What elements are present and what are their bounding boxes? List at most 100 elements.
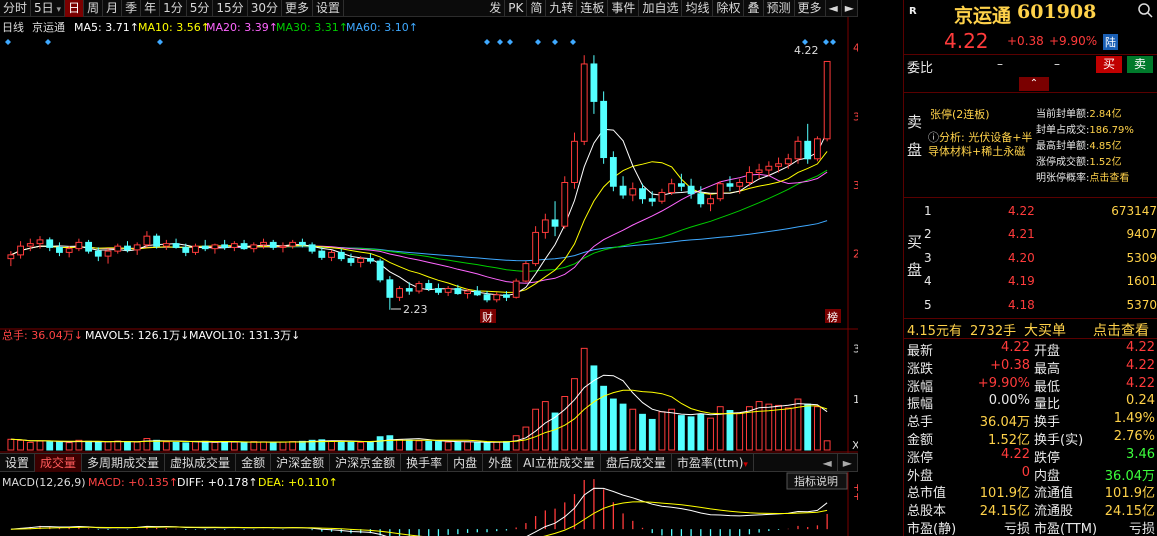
indicator-help-button[interactable]: 指标说明 bbox=[786, 472, 848, 490]
volume-bar bbox=[619, 403, 627, 451]
tool-3[interactable]: 九转 bbox=[546, 0, 578, 17]
limit-stat-label: 涨停成交额: bbox=[1036, 157, 1090, 168]
tool-2[interactable]: 简 bbox=[527, 0, 547, 17]
candle bbox=[240, 239, 248, 250]
next-arrow-icon[interactable]: ► bbox=[842, 0, 858, 17]
indicator-tab-7[interactable]: 换手率 bbox=[401, 453, 449, 472]
stock-name: 京运通 bbox=[954, 5, 1012, 27]
finance-marker[interactable]: 财 bbox=[480, 309, 496, 324]
event-diamond-icon[interactable] bbox=[507, 39, 513, 45]
indicator-tab-3[interactable]: 虚拟成交量 bbox=[165, 453, 237, 472]
event-diamond-icon[interactable] bbox=[157, 39, 163, 45]
mavol10-line bbox=[10, 389, 828, 443]
indicator-tab-8[interactable]: 内盘 bbox=[448, 453, 484, 472]
tab-next-icon[interactable]: ► bbox=[838, 453, 858, 472]
indicator-tab-11[interactable]: 盘后成交量 bbox=[601, 453, 672, 472]
indicator-tab-9[interactable]: 外盘 bbox=[483, 453, 519, 472]
sell-button[interactable]: 卖 bbox=[1127, 56, 1153, 73]
limit-stat-label: 封单占成交: bbox=[1036, 125, 1090, 136]
limit-stat-value: 2.84亿 bbox=[1089, 109, 1122, 120]
limit-stat-value[interactable]: 点击查看 bbox=[1089, 173, 1129, 184]
price-change: +0.38 bbox=[1007, 34, 1044, 48]
indicator-tab-12[interactable]: 市盈率(ttm) bbox=[672, 453, 754, 472]
event-diamond-icon[interactable] bbox=[484, 39, 490, 45]
period-6[interactable]: 年 bbox=[141, 0, 161, 17]
rank-marker-text: 榜 bbox=[827, 310, 838, 324]
candle bbox=[75, 238, 83, 252]
tool-1[interactable]: PK bbox=[505, 0, 528, 17]
period-1[interactable]: 5日 bbox=[31, 0, 66, 17]
period-8[interactable]: 5分 bbox=[187, 0, 214, 17]
tool-11[interactable]: 更多 bbox=[795, 0, 826, 17]
limit-stat-value: 186.79% bbox=[1089, 125, 1134, 136]
chart-header-0: 日线 bbox=[2, 20, 24, 34]
period-12[interactable]: 设置 bbox=[313, 0, 344, 17]
event-diamond-icon[interactable] bbox=[497, 39, 503, 45]
indicator-tab-4[interactable]: 金额 bbox=[236, 453, 272, 472]
tool-10[interactable]: 预测 bbox=[764, 0, 795, 17]
volume-bar bbox=[580, 347, 588, 451]
bid-price: 4.21 bbox=[1008, 227, 1035, 242]
volume-bar bbox=[376, 436, 384, 451]
big-order-row: 4.15元有 2732手 大买单 点击查看 bbox=[904, 319, 1157, 340]
tool-6[interactable]: 加自选 bbox=[639, 0, 683, 17]
tab-prev-icon[interactable]: ◄ bbox=[818, 453, 838, 472]
event-diamond-icon[interactable] bbox=[552, 39, 558, 45]
period-7[interactable]: 1分 bbox=[160, 0, 187, 17]
tool-4[interactable]: 连板 bbox=[577, 0, 609, 17]
stat-value: 4.22 bbox=[1126, 375, 1155, 391]
limit-stat-row: 明张停概率:点击查看 bbox=[1036, 169, 1157, 185]
indicator-tab-1[interactable]: 成交量 bbox=[35, 453, 83, 472]
tool-5[interactable]: 事件 bbox=[608, 0, 640, 17]
rank-marker[interactable]: 榜 bbox=[825, 309, 841, 324]
price-tick: 2.68 bbox=[853, 248, 858, 261]
indicator-tab-10[interactable]: AI立桩成交量 bbox=[518, 453, 601, 472]
buy-button[interactable]: 买 bbox=[1096, 56, 1122, 73]
event-diamond-icon[interactable] bbox=[823, 39, 829, 45]
volume-bar bbox=[94, 441, 102, 451]
ma5-line bbox=[10, 128, 828, 297]
tool-8[interactable]: 除权 bbox=[713, 0, 745, 17]
period-9[interactable]: 15分 bbox=[213, 0, 248, 17]
period-2[interactable]: 日 bbox=[65, 0, 85, 17]
period-3[interactable]: 周 bbox=[84, 0, 104, 17]
period-0[interactable]: 分时 bbox=[0, 0, 32, 17]
period-5[interactable]: 季 bbox=[122, 0, 142, 17]
volume-bar bbox=[114, 440, 122, 451]
search-icon[interactable] bbox=[1137, 2, 1153, 18]
indicator-tab-2[interactable]: 多周期成交量 bbox=[82, 453, 166, 472]
big-order-link[interactable]: 点击查看 bbox=[1093, 320, 1149, 340]
tool-7[interactable]: 均线 bbox=[682, 0, 714, 17]
stat-value: 亏损 bbox=[1128, 521, 1155, 536]
volume-bar bbox=[405, 439, 413, 451]
event-diamond-icon[interactable] bbox=[5, 39, 11, 45]
tool-0[interactable]: 发 bbox=[486, 0, 506, 17]
prev-arrow-icon[interactable]: ◄ bbox=[826, 0, 842, 17]
volume-bar bbox=[658, 411, 666, 451]
stat-row: 涨跌 +0.38 最高 4.22 bbox=[904, 358, 1157, 377]
indicator-tab-0[interactable]: 设置 bbox=[0, 453, 36, 472]
event-diamond-icon[interactable] bbox=[45, 39, 51, 45]
chart-header-4: MA20: 3.39↑ bbox=[206, 21, 278, 34]
volume-bar bbox=[347, 441, 355, 451]
volume-bar bbox=[745, 406, 753, 451]
event-diamond-icon[interactable] bbox=[570, 39, 576, 45]
stat-label: 振幅 bbox=[907, 397, 934, 413]
tool-9[interactable]: 叠 bbox=[744, 0, 764, 17]
event-diamond-icon[interactable] bbox=[535, 39, 541, 45]
volume-bar bbox=[162, 441, 170, 451]
event-diamond-icon[interactable] bbox=[830, 39, 836, 45]
stat-label: 总市值 bbox=[907, 486, 947, 502]
period-10[interactable]: 30分 bbox=[248, 0, 282, 17]
period-11[interactable]: 更多 bbox=[282, 0, 313, 17]
candle bbox=[104, 248, 112, 264]
candle bbox=[56, 242, 63, 257]
indicator-tab-5[interactable]: 沪深金额 bbox=[271, 453, 331, 472]
indicator-tab-6[interactable]: 沪深京金额 bbox=[330, 453, 402, 472]
stat-row: 振幅 0.00% 量比 0.24 bbox=[904, 393, 1157, 413]
volume-bar bbox=[143, 438, 151, 451]
candle bbox=[435, 283, 442, 295]
period-toolbar: 分时5日日周月季年1分5分15分30分更多设置发PK简九转连板事件加自选均线除权… bbox=[0, 0, 858, 17]
collapse-tab[interactable]: ⌃ bbox=[1019, 77, 1049, 91]
period-4[interactable]: 月 bbox=[103, 0, 123, 17]
